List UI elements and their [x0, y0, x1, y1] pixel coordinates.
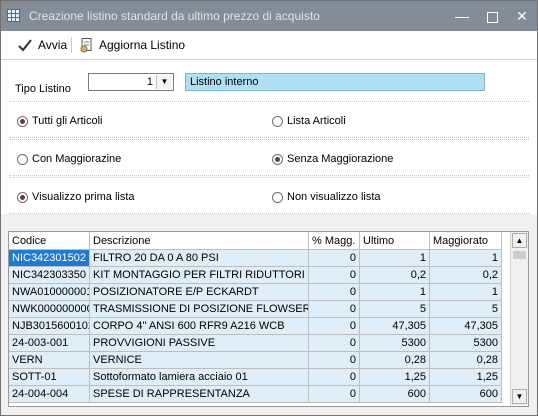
cell-descrizione[interactable]: SPESE DI RAPPRESENTANZA: [90, 386, 309, 403]
minimize-button[interactable]: —: [447, 1, 477, 31]
cell-maggiorato[interactable]: 47,305: [430, 318, 502, 335]
column-header-magg[interactable]: % Magg.: [309, 232, 360, 250]
cell-magg[interactable]: 0: [309, 352, 360, 369]
cell-maggiorato[interactable]: 5: [430, 301, 502, 318]
table-row[interactable]: NJB3015600102 CORPO 4" ANSI 600 RFR9 A216…: [9, 318, 509, 335]
cell-magg[interactable]: 0: [309, 386, 360, 403]
cell-ultimo[interactable]: 600: [360, 386, 430, 403]
tutti-articoli-label[interactable]: Tutti gli Articoli: [32, 115, 103, 127]
cell-codice[interactable]: NIC342303350: [9, 267, 90, 284]
cell-ultimo[interactable]: 0,2: [360, 267, 430, 284]
cell-codice[interactable]: NJB3015600102: [9, 318, 90, 335]
cell-descrizione[interactable]: VERNICE: [90, 352, 309, 369]
cell-ultimo[interactable]: 5: [360, 301, 430, 318]
cell-magg[interactable]: 0: [309, 284, 360, 301]
cell-magg[interactable]: 0: [309, 369, 360, 386]
non-visualizzo-lista-label[interactable]: Non visualizzo lista: [287, 191, 381, 203]
cell-descrizione[interactable]: CORPO 4" ANSI 600 RFR9 A216 WCB: [90, 318, 309, 335]
cell-maggiorato[interactable]: 1,25: [430, 369, 502, 386]
update-list-button[interactable]: Aggiorna Listino: [79, 35, 185, 55]
radio-con-maggiorazione[interactable]: [17, 154, 28, 165]
cell-ultimo[interactable]: 0,28: [360, 352, 430, 369]
vertical-scrollbar[interactable]: ▲ ▼: [510, 232, 528, 406]
table-row[interactable]: 24-004-004 SPESE DI RAPPRESENTANZA 0 600 600: [9, 386, 509, 403]
cell-maggiorato[interactable]: 1: [430, 284, 502, 301]
cell-ultimo[interactable]: 1,25: [360, 369, 430, 386]
title-bar[interactable]: Creazione listino standard da ultimo pre…: [1, 1, 537, 31]
cell-codice[interactable]: NIC342301502: [9, 250, 90, 267]
update-list-label: Aggiorna Listino: [99, 38, 186, 52]
toolbar-separator: [71, 37, 72, 53]
cell-descrizione[interactable]: Sottoformato lamiera acciaio 01: [90, 369, 309, 386]
visualizzo-lista-label[interactable]: Visualizzo prima lista: [32, 191, 135, 203]
tipo-listino-value: 1: [146, 76, 153, 88]
table-row[interactable]: 24-003-001 PROVVIGIONI PASSIVE 0 5300 5300: [9, 335, 509, 352]
radio-visualizzo-lista[interactable]: [17, 192, 28, 203]
app-grid-icon: [7, 9, 20, 22]
cell-magg[interactable]: 0: [309, 250, 360, 267]
cell-magg[interactable]: 0: [309, 318, 360, 335]
scroll-down-icon[interactable]: ▼: [512, 389, 527, 404]
cell-descrizione[interactable]: POSIZIONATORE E/P ECKARDT: [90, 284, 309, 301]
cell-codice[interactable]: NWA010000001: [9, 284, 90, 301]
cell-maggiorato[interactable]: 0,2: [430, 267, 502, 284]
cell-maggiorato[interactable]: 1: [430, 250, 502, 267]
table-row[interactable]: SOTT-01 Sottoformato lamiera acciaio 01 0 1…: [9, 369, 509, 386]
toolbar: Avvia Aggiorna Listino: [1, 31, 537, 83]
scroll-up-icon[interactable]: ▲: [512, 233, 527, 248]
cell-ultimo[interactable]: 47,305: [360, 318, 430, 335]
radio-senza-maggiorazione[interactable]: [272, 154, 283, 165]
window-title: Creazione listino standard da ultimo pre…: [29, 9, 320, 23]
cell-descrizione[interactable]: FILTRO 20 DA 0 A 80 PSI: [90, 250, 309, 267]
cell-ultimo[interactable]: 1: [360, 250, 430, 267]
cell-codice[interactable]: 24-003-001: [9, 335, 90, 352]
con-maggiorazione-label[interactable]: Con Maggiorazine: [32, 153, 121, 165]
lista-articoli-label[interactable]: Lista Articoli: [287, 115, 346, 127]
scroll-thumb[interactable]: [513, 251, 526, 259]
cell-magg[interactable]: 0: [309, 267, 360, 284]
tipo-listino-combo[interactable]: 1 ▼: [88, 73, 174, 91]
chevron-down-icon[interactable]: ▼: [156, 75, 172, 89]
tipo-listino-label: Tipo Listino: [15, 83, 71, 95]
cell-codice[interactable]: 24-004-004: [9, 386, 90, 403]
run-button[interactable]: Avvia: [17, 35, 67, 55]
cell-ultimo[interactable]: 5300: [360, 335, 430, 352]
cell-maggiorato[interactable]: 5300: [430, 335, 502, 352]
table-row[interactable]: NWK000000000 TRASMISSIONE DI POSIZIONE FL…: [9, 301, 509, 318]
cell-maggiorato[interactable]: 600: [430, 386, 502, 403]
table-row[interactable]: NWA010000001 POSIZIONATORE E/P ECKARDT 0 1 1: [9, 284, 509, 301]
minimize-icon: —: [455, 8, 469, 24]
radio-tutti-articoli[interactable]: [17, 116, 28, 127]
app-window: Creazione listino standard da ultimo pre…: [0, 0, 538, 416]
checkmark-icon: [18, 39, 32, 52]
cell-codice[interactable]: VERN: [9, 352, 90, 369]
column-header-codice[interactable]: Codice: [9, 232, 90, 250]
maximize-icon: [486, 11, 498, 23]
table-row[interactable]: NIC342301502 FILTRO 20 DA 0 A 80 PSI 0 1 1: [9, 250, 509, 267]
column-header-descrizione[interactable]: Descrizione: [90, 232, 309, 250]
articles-grid[interactable]: Codice Descrizione % Magg. Ultimo Maggio…: [8, 231, 529, 407]
cell-maggiorato[interactable]: 0,28: [430, 352, 502, 369]
cell-descrizione[interactable]: KIT MONTAGGIO PER FILTRI RIDUTTORI: [90, 267, 309, 284]
cell-magg[interactable]: 0: [309, 335, 360, 352]
cell-descrizione[interactable]: PROVVIGIONI PASSIVE: [90, 335, 309, 352]
close-button[interactable]: ✕: [507, 1, 537, 31]
cell-codice[interactable]: NWK000000000: [9, 301, 90, 318]
cell-codice[interactable]: SOTT-01: [9, 369, 90, 386]
radio-lista-articoli[interactable]: [272, 116, 283, 127]
close-icon: ✕: [516, 8, 528, 24]
tipo-listino-description: Listino interno: [185, 73, 485, 91]
table-row[interactable]: VERN VERNICE 0 0,28 0,28: [9, 352, 509, 369]
cell-magg[interactable]: 0: [309, 301, 360, 318]
column-header-ultimo[interactable]: Ultimo: [360, 232, 430, 250]
cell-ultimo[interactable]: 1: [360, 284, 430, 301]
table-row[interactable]: NIC342303350 KIT MONTAGGIO PER FILTRI RID…: [9, 267, 509, 284]
cell-descrizione[interactable]: TRASMISSIONE DI POSIZIONE FLOWSERVE MOD.: [90, 301, 309, 318]
document-refresh-icon: [80, 38, 92, 53]
senza-maggiorazione-label[interactable]: Senza Maggiorazione: [287, 153, 393, 165]
column-header-maggiorato[interactable]: Maggiorato: [430, 232, 502, 250]
maximize-button[interactable]: [477, 1, 507, 31]
run-label: Avvia: [38, 38, 68, 52]
radio-non-visualizzo-lista[interactable]: [272, 192, 283, 203]
